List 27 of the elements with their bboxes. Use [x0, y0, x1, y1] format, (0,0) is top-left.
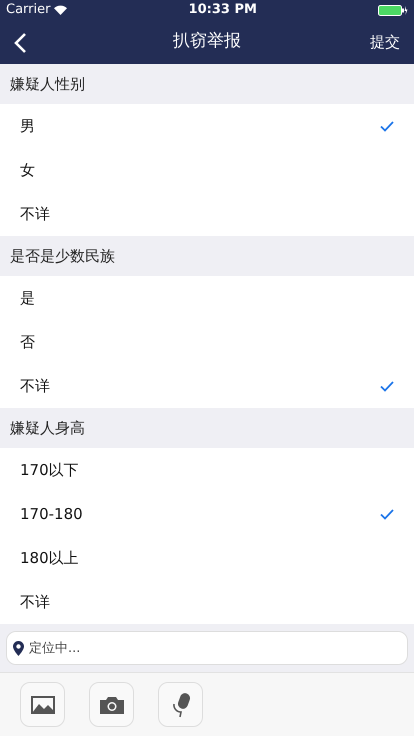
option-row[interactable]: 是	[0, 276, 414, 320]
location-field[interactable]: 定位中...	[6, 631, 408, 665]
option-row[interactable]: 女	[0, 148, 414, 192]
section-header: 嫌疑人性别	[9, 74, 86, 95]
option-row[interactable]: 180以上	[0, 536, 414, 580]
back-button[interactable]	[14, 30, 27, 54]
section-header: 嫌疑人身高	[9, 418, 86, 439]
image-icon	[30, 696, 54, 714]
microphone-icon	[170, 692, 190, 718]
status-time: 10:33 PM	[188, 1, 257, 20]
option-row[interactable]: 170-180	[0, 492, 414, 536]
option-row[interactable]: 不详	[0, 192, 414, 236]
option-row[interactable]: 不详	[0, 580, 414, 624]
battery-icon	[378, 4, 408, 16]
option-row[interactable]: 170以下	[0, 448, 414, 492]
camera-button[interactable]	[89, 682, 134, 727]
page-title: 扒窃举报	[173, 30, 241, 54]
submit-button[interactable]: 提交	[370, 30, 400, 54]
option-row[interactable]: 不详	[0, 364, 414, 408]
wifi-icon	[54, 5, 68, 15]
option-row[interactable]: 否	[0, 320, 414, 364]
camera-icon	[100, 696, 124, 714]
carrier-name: Carrier	[6, 1, 50, 20]
section-header: 是否是少数民族	[9, 246, 116, 267]
image-button[interactable]	[20, 682, 65, 727]
option-row[interactable]: 男	[0, 104, 414, 148]
microphone-button[interactable]	[158, 682, 203, 727]
